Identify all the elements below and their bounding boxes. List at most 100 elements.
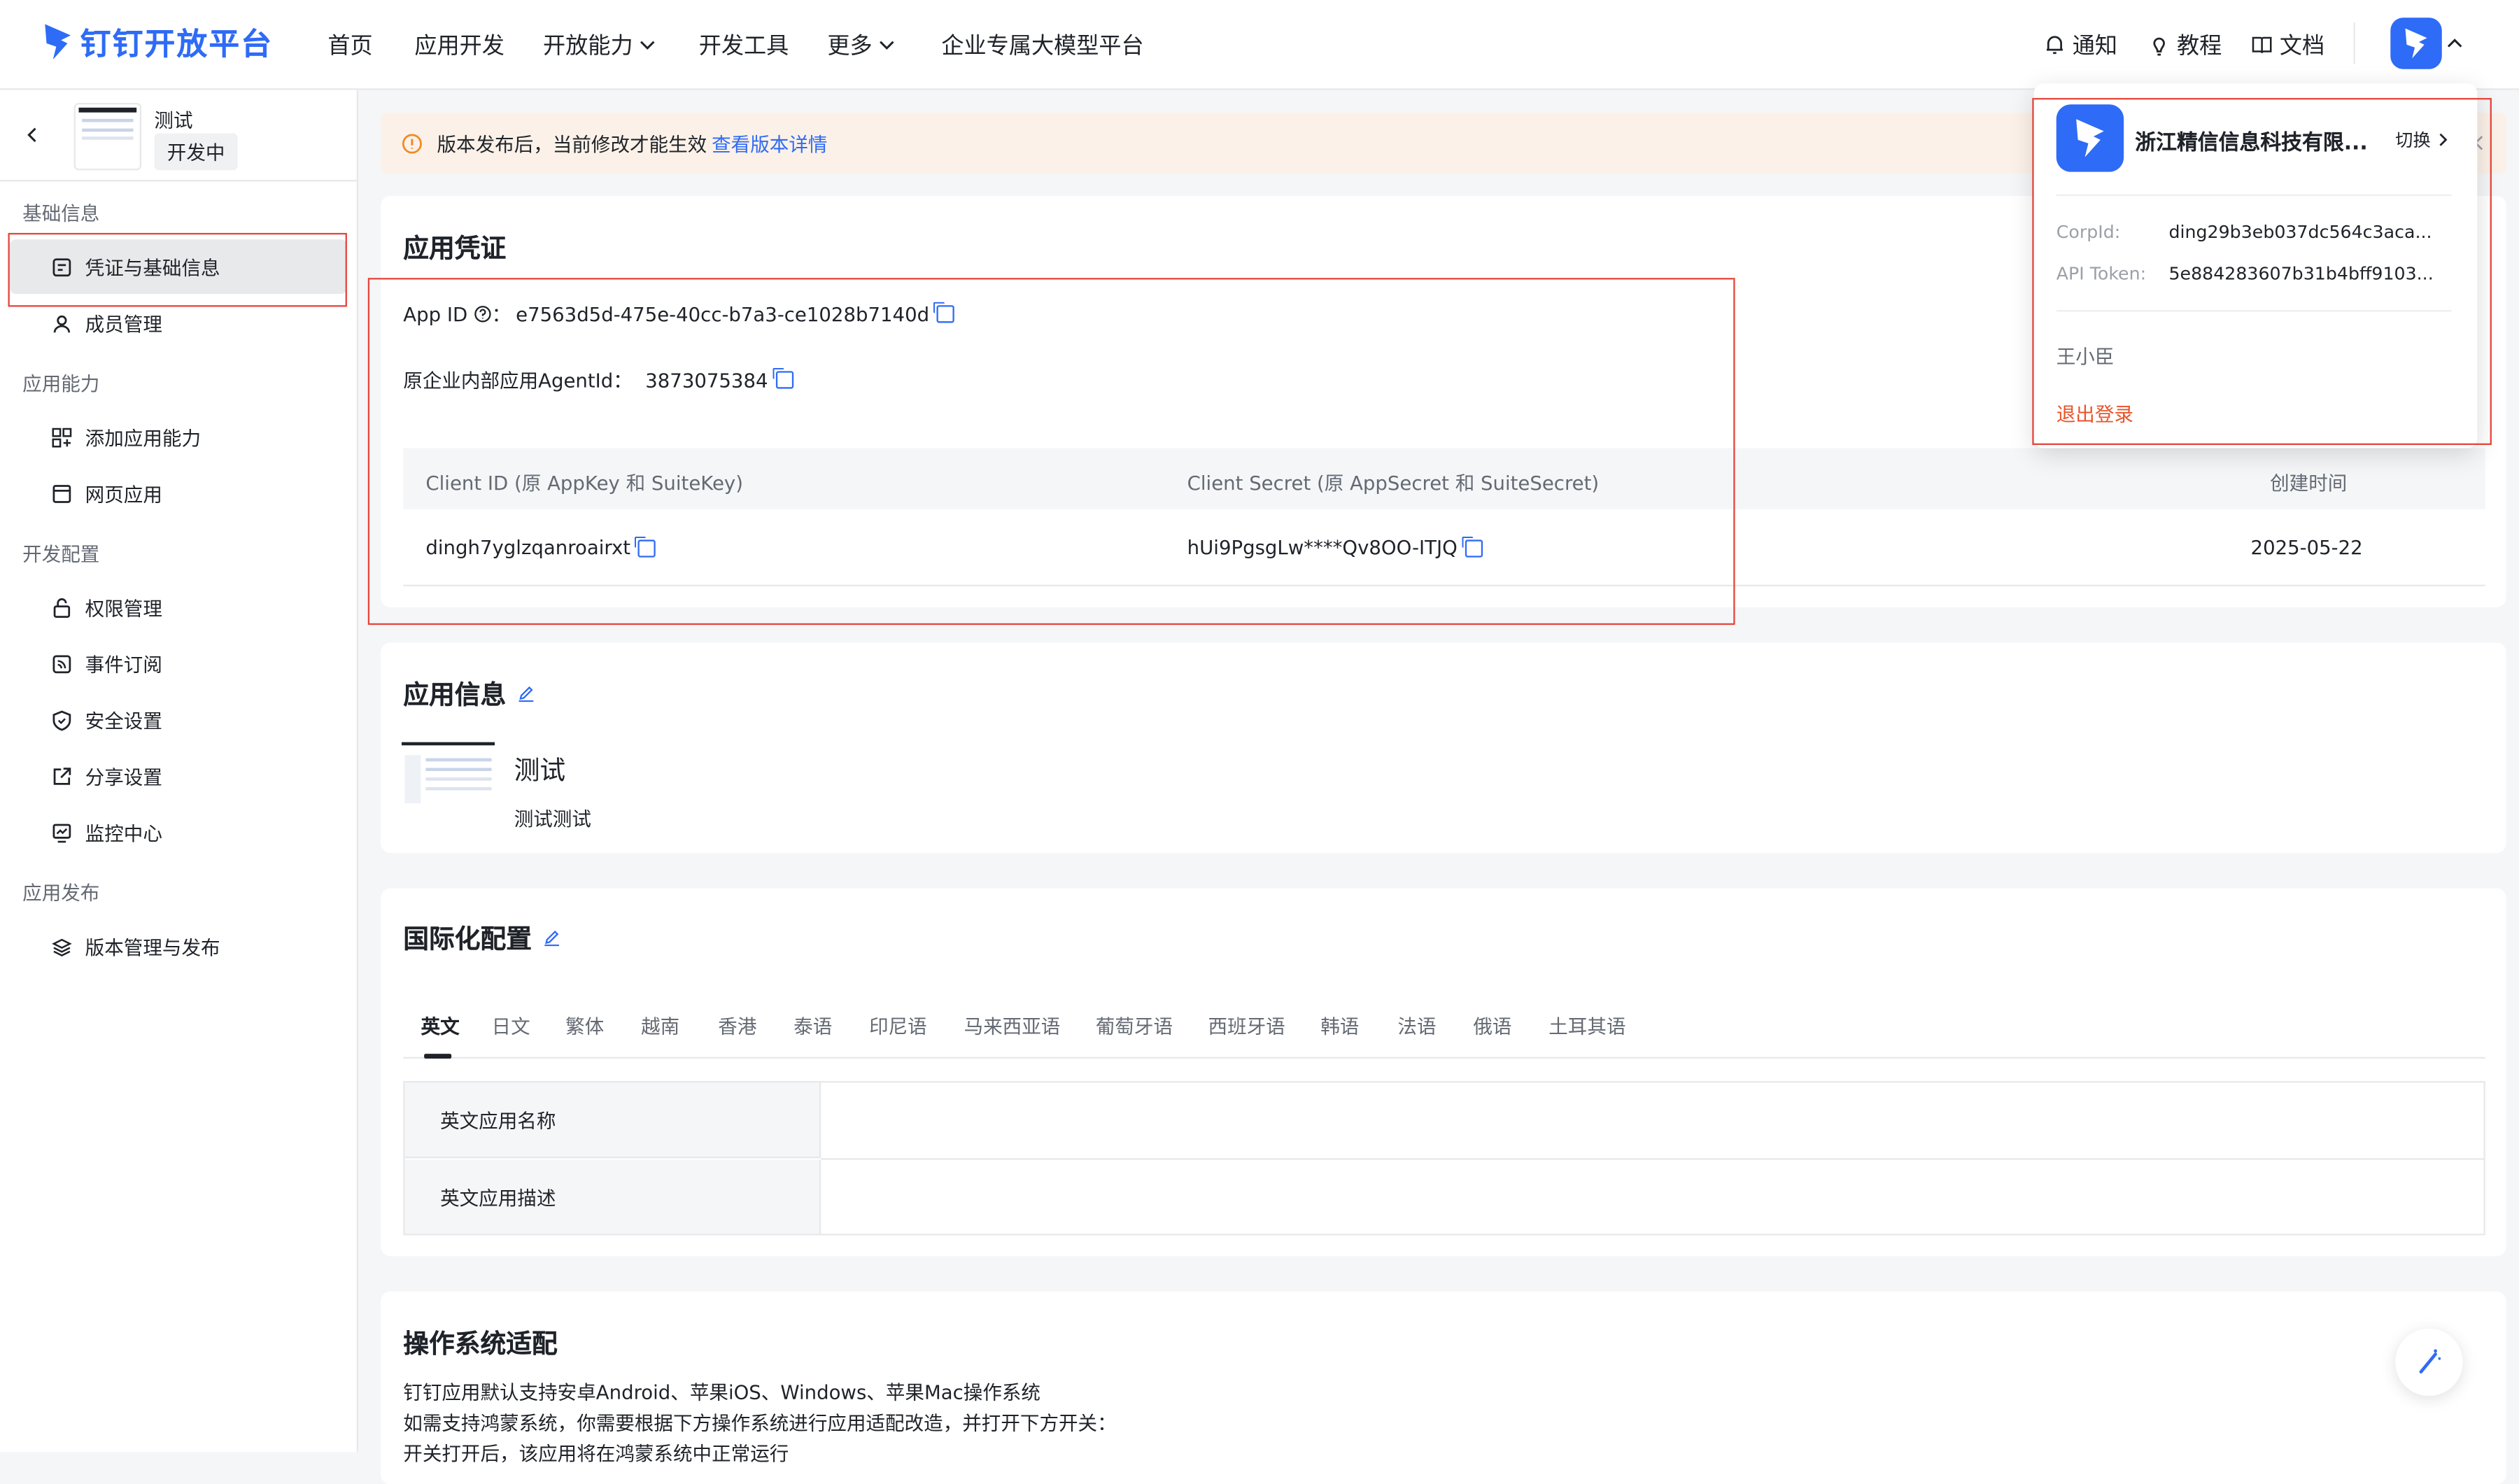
- app-info-title-row: 应用信息: [403, 673, 535, 712]
- lightbulb-icon: [2153, 37, 2165, 56]
- nav-app-dev[interactable]: 应用开发: [414, 29, 504, 61]
- tab-japanese[interactable]: 日文: [492, 1012, 530, 1039]
- nav-app-dev-label: 应用开发: [414, 34, 504, 59]
- nav-dev-tools-label: 开发工具: [698, 34, 789, 59]
- os-line-1: 钉钉应用默认支持安卓Android、苹果iOS、Windows、苹果Mac操作系…: [403, 1381, 1040, 1404]
- sidebar-item-permissions[interactable]: 权限管理: [10, 580, 347, 635]
- tab-turkish[interactable]: 土耳其语: [1548, 1012, 1625, 1039]
- tab-thai[interactable]: 泰语: [793, 1012, 832, 1039]
- i18n-title-row: 国际化配置: [403, 917, 560, 956]
- nav-dev-tools[interactable]: 开发工具: [699, 29, 789, 61]
- notify-label: 通知: [2072, 34, 2117, 59]
- tab-traditional[interactable]: 繁体: [565, 1012, 604, 1039]
- sidebar-item-label: 分享设置: [85, 765, 162, 789]
- org-avatar-button[interactable]: [2390, 17, 2442, 69]
- tabs-divider: [403, 1057, 2485, 1059]
- i18n-card: 国际化配置 英文应用名称 英文应用描述: [381, 888, 2506, 1257]
- highlight-box-popup: [2032, 98, 2492, 445]
- version-detail-link[interactable]: 查看版本详情: [712, 129, 827, 157]
- docs-link[interactable]: 文档: [2251, 29, 2324, 61]
- tab-russian[interactable]: 俄语: [1473, 1012, 1511, 1039]
- app-name: 测试: [154, 109, 193, 132]
- highlight-box-credentials: [367, 278, 1735, 626]
- app-icon-image: [401, 740, 495, 831]
- tutorial-label: 教程: [2176, 34, 2222, 59]
- edit-icon[interactable]: [517, 684, 535, 702]
- chevron-left-icon[interactable]: [22, 125, 42, 145]
- sidebar-item-label: 网页应用: [85, 482, 162, 506]
- tab-french[interactable]: 法语: [1397, 1012, 1436, 1039]
- nav-open-capability[interactable]: 开放能力: [543, 29, 657, 61]
- i18n-table: 英文应用名称 英文应用描述: [403, 1081, 2485, 1236]
- nav-more-label: 更多: [827, 34, 873, 59]
- nav-more[interactable]: 更多: [827, 29, 896, 61]
- app-info-desc: 测试测试: [514, 807, 591, 831]
- sidebar-item-label: 版本管理与发布: [85, 935, 220, 959]
- shield-icon: [50, 708, 72, 730]
- browser-icon: [50, 482, 72, 504]
- monitor-icon: [50, 821, 72, 843]
- info-icon: [402, 133, 422, 153]
- sidebar-item-add-capability[interactable]: 添加应用能力: [10, 409, 347, 464]
- i18n-title: 国际化配置: [403, 924, 532, 954]
- chevron-down-icon: [640, 41, 655, 50]
- ai-assistant-button[interactable]: [2395, 1328, 2463, 1397]
- app-info-title: 应用信息: [403, 679, 507, 710]
- sidebar-section-basic: 基础信息: [22, 202, 100, 225]
- tab-indonesian[interactable]: 印尼语: [869, 1012, 927, 1039]
- tab-vietnamese[interactable]: 越南: [641, 1012, 679, 1039]
- tab-spanish[interactable]: 西班牙语: [1208, 1012, 1285, 1039]
- tutorial-link[interactable]: 教程: [2148, 29, 2222, 61]
- os-line-3: 开关打开后，该应用将在鸿蒙系统中正常运行: [403, 1442, 789, 1465]
- notify-link[interactable]: 通知: [2043, 29, 2117, 61]
- active-tab-indicator: [424, 1054, 452, 1059]
- chevron-down-icon: [880, 41, 894, 50]
- edit-icon[interactable]: [543, 928, 560, 946]
- layers-icon: [50, 935, 72, 957]
- tab-korean[interactable]: 韩语: [1320, 1012, 1359, 1039]
- share-icon: [50, 765, 72, 787]
- nav-llm-platform[interactable]: 企业专属大模型平台: [941, 29, 1143, 61]
- sidebar-section-devconfig: 开发配置: [22, 543, 100, 566]
- nav-llm-platform-label: 企业专属大模型平台: [941, 34, 1144, 59]
- sidebar-item-web-app[interactable]: 网页应用: [10, 466, 347, 521]
- tab-english[interactable]: 英文: [421, 1012, 460, 1039]
- sidebar-item-label: 添加应用能力: [85, 426, 202, 449]
- sidebar-item-label: 成员管理: [85, 312, 162, 335]
- created-date-value: 2025-05-22: [2250, 536, 2363, 559]
- nav-home-label: 首页: [327, 34, 373, 59]
- sidebar-item-monitoring[interactable]: 监控中心: [10, 805, 347, 859]
- os-title: 操作系统适配: [403, 1328, 558, 1359]
- chevron-up-icon[interactable]: [2445, 34, 2464, 53]
- os-card: 操作系统适配 钉钉应用默认支持安卓Android、苹果iOS、Windows、苹…: [381, 1291, 2506, 1484]
- rss-icon: [50, 652, 72, 674]
- en-name-value: [821, 1082, 2484, 1160]
- tab-hongkong[interactable]: 香港: [718, 1012, 756, 1039]
- user-icon: [50, 311, 72, 334]
- sidebar-item-label: 安全设置: [85, 709, 162, 732]
- app-info-card: 应用信息 测试 测试测试: [381, 642, 2506, 854]
- en-desc-label: 英文应用描述: [404, 1159, 821, 1234]
- nav-divider: [2353, 22, 2355, 64]
- lock-icon: [50, 596, 72, 619]
- sidebar-item-security[interactable]: 安全设置: [10, 693, 347, 747]
- sidebar-item-version-publish[interactable]: 版本管理与发布: [10, 919, 347, 973]
- sidebar-item-share[interactable]: 分享设置: [10, 749, 347, 803]
- en-name-label: 英文应用名称: [404, 1082, 821, 1159]
- sidebar-item-label: 监控中心: [85, 821, 162, 845]
- notice-text: 版本发布后，当前修改才能生效: [437, 132, 707, 155]
- logo[interactable]: 钉钉开放平台: [42, 16, 274, 67]
- book-icon: [2252, 36, 2272, 54]
- dingtalk-logo-icon: [2405, 28, 2427, 59]
- sidebar-section-publish: 应用发布: [22, 882, 100, 905]
- nav-home[interactable]: 首页: [327, 29, 372, 61]
- sidebar-item-label: 权限管理: [85, 596, 162, 620]
- sidebar-item-label: 事件订阅: [85, 653, 162, 676]
- app-info-name: 测试: [514, 755, 566, 786]
- header-created: 创建时间: [2270, 472, 2348, 495]
- tab-malay[interactable]: 马来西亚语: [964, 1012, 1061, 1039]
- tab-portuguese[interactable]: 葡萄牙语: [1096, 1012, 1173, 1039]
- app-thumbnail: [73, 102, 142, 171]
- status-badge: 开发中: [154, 133, 238, 171]
- sidebar-item-event-subscription[interactable]: 事件订阅: [10, 636, 347, 691]
